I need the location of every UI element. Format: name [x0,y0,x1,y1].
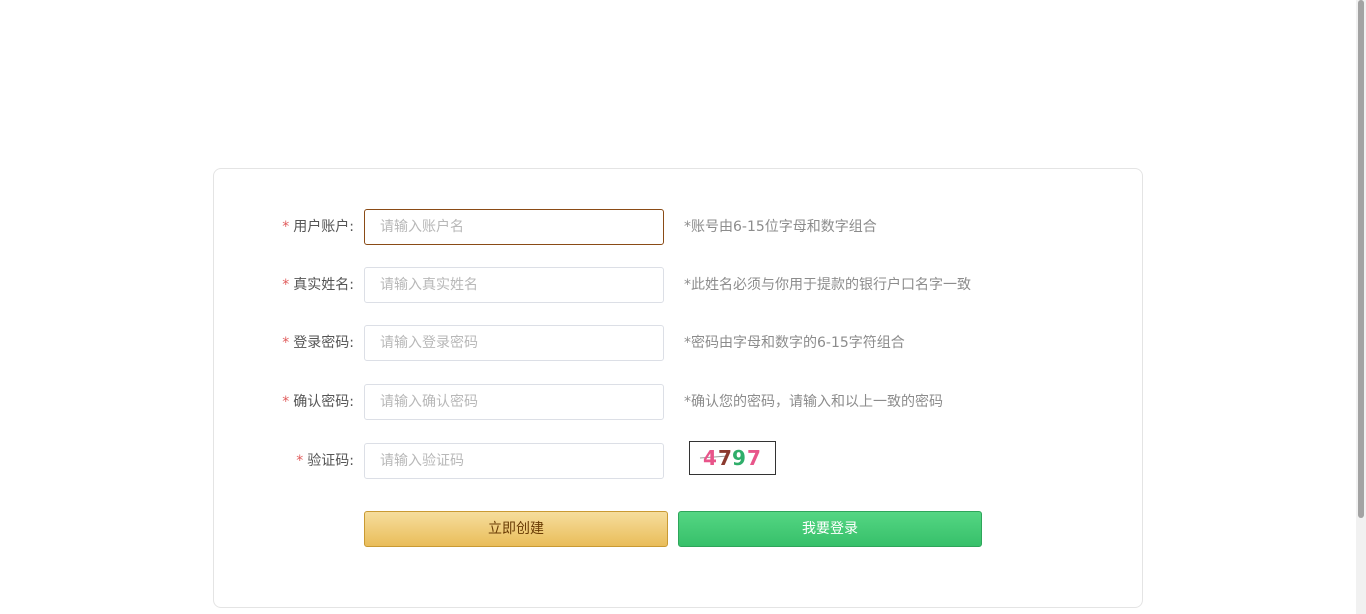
confirm-password-row: * 确认密码: *确认您的密码，请输入和以上一致的密码 [214,384,1144,420]
password-hint: *密码由字母和数字的6-15字符组合 [684,335,905,351]
required-mark: * [282,394,290,410]
username-label-text: 用户账户: [293,219,354,235]
captcha-image[interactable]: 4 7 9 7 [689,441,776,475]
button-row: 立即创建 我要登录 [214,511,1144,547]
realname-label: * 真实姓名: [282,267,354,303]
confirm-password-hint: *确认您的密码，请输入和以上一致的密码 [684,394,943,410]
captcha-digit-2: 7 [718,446,732,470]
confirm-password-label: * 确认密码: [282,384,354,420]
captcha-digits: 4 7 9 7 [699,446,761,470]
confirm-password-label-text: 确认密码: [293,394,354,410]
required-mark: * [282,335,290,351]
realname-label-text: 真实姓名: [293,277,354,293]
captcha-input[interactable] [364,443,664,479]
captcha-label-text: 验证码: [307,453,354,469]
create-account-button[interactable]: 立即创建 [364,511,668,547]
username-hint: *账号由6-15位字母和数字组合 [684,219,877,235]
required-mark: * [282,219,290,235]
captcha-digit-4: 7 [747,446,761,470]
captcha-label: * 验证码: [296,443,354,479]
register-form-panel: *用户账户: *账号由6-15位字母和数字组合 *真实姓名: *此姓名必须与你用… [213,168,1143,608]
required-mark: * [282,277,290,293]
register-page: *用户账户: *账号由6-15位字母和数字组合 *真实姓名: *此姓名必须与你用… [0,0,1366,614]
password-row: * 登录密码: *密码由字母和数字的6-15字符组合 [214,325,1144,361]
username-label: * 用户账户: [282,209,354,245]
captcha-digit-1: 4 [703,446,717,470]
captcha-digit-3: 9 [732,446,746,470]
password-input[interactable] [364,325,664,361]
username-input[interactable] [364,209,664,245]
password-label: * 登录密码: [282,325,354,361]
captcha-row: *验证码: 4 7 9 7 [214,441,1144,479]
required-mark: * [296,453,304,469]
confirm-password-input[interactable] [364,384,664,420]
vertical-scrollbar[interactable] [1356,0,1366,614]
realname-row: *真实姓名: *此姓名必须与你用于提款的银行户口名字一致 [214,267,1144,303]
realname-hint: *此姓名必须与你用于提款的银行户口名字一致 [684,277,971,293]
realname-input[interactable] [364,267,664,303]
password-label-text: 登录密码: [293,335,354,351]
username-row: *用户账户: *账号由6-15位字母和数字组合 [214,209,1144,245]
scrollbar-thumb[interactable] [1358,0,1364,518]
login-button[interactable]: 我要登录 [678,511,982,547]
